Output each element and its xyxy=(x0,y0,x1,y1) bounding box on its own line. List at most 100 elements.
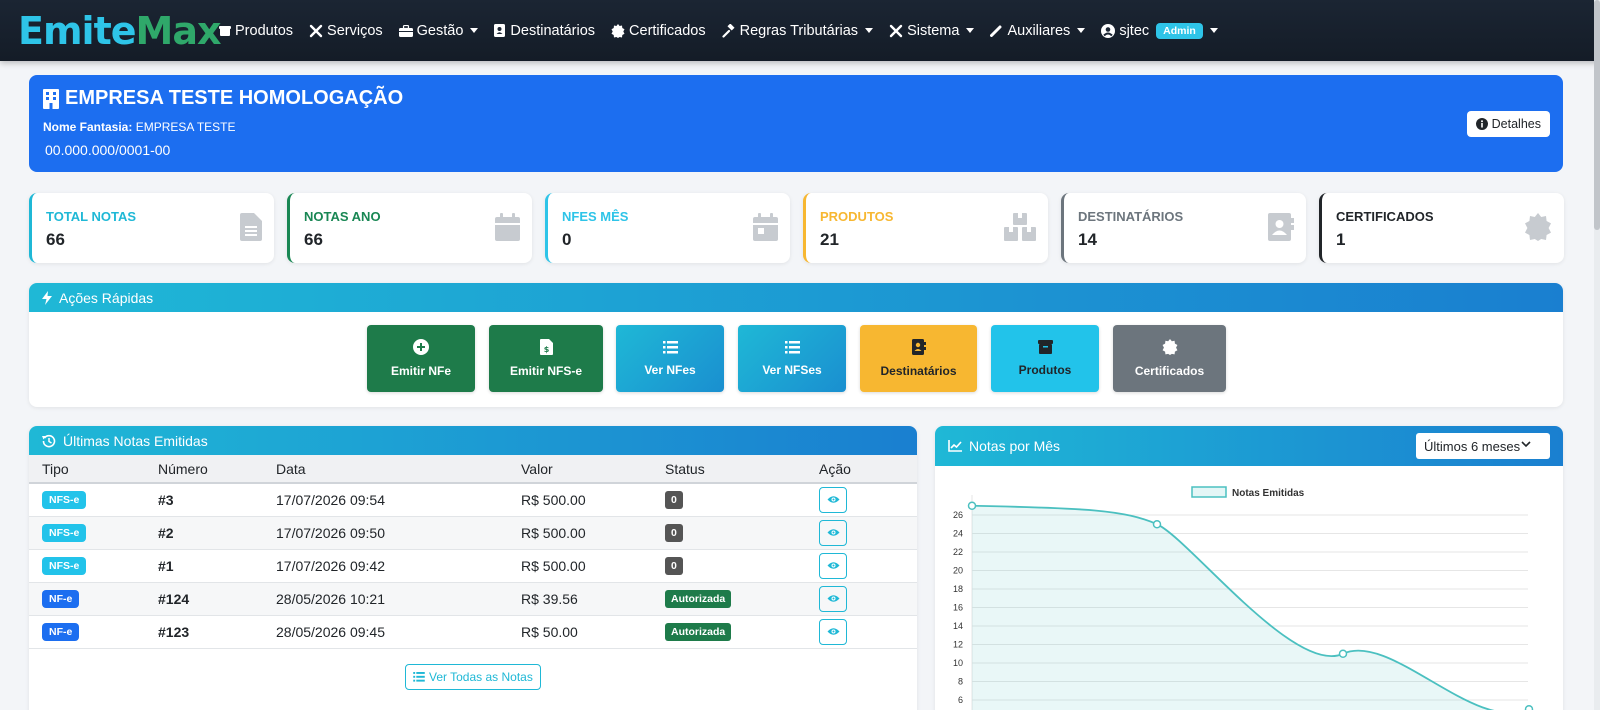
view-note-button[interactable] xyxy=(819,552,847,579)
note-date: 28/05/2026 09:45 xyxy=(263,615,508,649)
col-tipo[interactable]: Tipo xyxy=(29,455,145,484)
admin-badge: Admin xyxy=(1156,22,1203,39)
y-tick-label: 18 xyxy=(953,584,963,594)
gavel-icon xyxy=(721,23,735,38)
plus-circle-icon xyxy=(413,339,429,355)
nav-sistema-label: Sistema xyxy=(907,22,960,39)
note-number: #123 xyxy=(145,615,263,649)
notes-area-chart: 6 8 10 12 14 16 18 20 22 24 26 Notas Emitidas xyxy=(953,486,1534,710)
tools-icon xyxy=(889,24,903,37)
ver-nfses-button[interactable]: Ver NFSes xyxy=(738,325,846,392)
nav-certificados-label: Certificados xyxy=(629,22,706,39)
chevron-down-icon xyxy=(865,28,874,33)
nav-regras-tributarias[interactable]: Regras Tributárias xyxy=(721,23,874,39)
emitemax-logo[interactable]: Emite Max xyxy=(18,9,221,53)
status-badge: Autorizada xyxy=(665,623,732,641)
data-point xyxy=(1524,705,1534,710)
view-all-notes-button[interactable]: Ver Todas as Notas xyxy=(405,664,541,690)
stat-label: Produtos xyxy=(820,209,894,224)
box-icon xyxy=(1037,340,1053,354)
tools-icon xyxy=(309,24,323,37)
top-navbar: Emite Max Produtos Serviços Gestão Destin… xyxy=(0,0,1600,61)
y-tick-label: 6 xyxy=(958,695,963,705)
emitir-nfe-button[interactable]: Emitir NFe xyxy=(367,325,475,392)
view-note-button[interactable] xyxy=(819,486,847,513)
nav-destinatarios-label: Destinatários xyxy=(510,22,596,39)
type-badge: NF-e xyxy=(42,590,80,608)
ver-nfes-button[interactable]: Ver NFes xyxy=(616,325,724,392)
nav-sistema[interactable]: Sistema xyxy=(889,22,975,39)
company-title: EMPRESA TESTE HOMOLOGAÇÃO xyxy=(43,87,403,110)
chevron-down-icon xyxy=(1521,441,1531,448)
nav-gestao[interactable]: Gestão xyxy=(398,23,479,39)
table-row: NFS-e #3 17/07/2026 09:54 R$ 500.00 0 xyxy=(29,483,917,517)
chart-title: Notas por Mês xyxy=(969,438,1061,454)
type-badge: NFS-e xyxy=(42,491,87,510)
produtos-label: Produtos xyxy=(1018,363,1072,377)
chart-header: Notas por Mês Últimos 6 meses xyxy=(935,426,1563,466)
bolt-icon xyxy=(42,290,52,305)
user-name: sjtec xyxy=(1119,22,1150,39)
calendar-day-icon xyxy=(753,213,778,241)
type-badge: NFS-e xyxy=(42,524,87,542)
emitir-nfse-button[interactable]: $ Emitir NFS-e xyxy=(489,325,603,392)
data-point xyxy=(1338,649,1348,658)
last-notes-title: Últimas Notas Emitidas xyxy=(63,432,208,449)
quick-actions-header: Ações Rápidas xyxy=(29,283,1563,312)
nav-user-menu[interactable]: sjtec Admin xyxy=(1101,22,1218,39)
nav-destinatarios[interactable]: Destinatários xyxy=(494,23,595,39)
chevron-down-icon xyxy=(1077,28,1086,33)
view-note-button[interactable] xyxy=(819,585,847,612)
box-icon xyxy=(219,25,231,36)
type-badge: NFS-e xyxy=(42,557,87,575)
note-number: #2 xyxy=(145,516,263,550)
details-button[interactable]: Detalhes xyxy=(1466,111,1550,137)
col-valor[interactable]: Valor xyxy=(508,455,652,484)
eye-icon xyxy=(827,529,839,536)
y-tick-label: 16 xyxy=(953,603,963,613)
col-data[interactable]: Data xyxy=(263,455,508,484)
col-numero[interactable]: Número xyxy=(145,455,263,484)
legend-swatch xyxy=(1191,486,1227,498)
stat-label: Total Notas xyxy=(46,209,137,224)
nav-servicos[interactable]: Serviços xyxy=(309,23,383,39)
note-number: #1 xyxy=(145,549,263,583)
produtos-button[interactable]: Produtos xyxy=(991,325,1099,392)
note-value: R$ 50.00 xyxy=(508,615,652,649)
list-icon xyxy=(413,672,425,682)
list-icon xyxy=(662,340,678,353)
y-tick-label: 10 xyxy=(953,658,963,668)
details-button-label: Detalhes xyxy=(1491,117,1541,131)
scrollbar-thumb[interactable] xyxy=(1594,0,1600,230)
certificados-label: Certificados xyxy=(1134,364,1205,378)
table-row: NF-e #123 28/05/2026 09:45 R$ 50.00 Auto… xyxy=(29,615,917,649)
view-note-button[interactable] xyxy=(819,618,847,645)
company-header: EMPRESA TESTE HOMOLOGAÇÃO Nome Fantasia:… xyxy=(29,75,1563,172)
period-select[interactable]: Últimos 6 meses xyxy=(1416,433,1550,459)
table-row: NF-e #124 28/05/2026 10:21 R$ 39.56 Auto… xyxy=(29,582,917,616)
certificados-button[interactable]: Certificados xyxy=(1113,325,1226,392)
type-badge: NF-e xyxy=(42,623,80,641)
legend-label: Notas Emitidas xyxy=(1232,488,1305,499)
info-circle-icon xyxy=(1475,118,1488,130)
table-row: NFS-e #2 17/07/2026 09:50 R$ 500.00 0 xyxy=(29,516,917,550)
address-card-icon xyxy=(1268,213,1294,241)
user-circle-icon xyxy=(1101,23,1116,38)
y-tick-label: 14 xyxy=(953,621,963,631)
nav-auxiliares[interactable]: Auxiliares xyxy=(990,23,1086,39)
file-alt-icon xyxy=(240,213,262,241)
nav-certificados[interactable]: Certificados xyxy=(611,23,706,39)
col-status[interactable]: Status xyxy=(652,455,806,484)
last-notes-header: Últimas Notas Emitidas xyxy=(29,426,917,455)
note-number: #3 xyxy=(145,483,263,517)
stat-produtos: Produtos 21 xyxy=(803,193,1048,263)
status-badge: 0 xyxy=(665,557,683,575)
notes-table: Tipo Número Data Valor Status Ação NFS-e… xyxy=(29,455,917,649)
note-value: R$ 500.00 xyxy=(508,516,652,550)
chevron-down-icon xyxy=(470,28,479,33)
destinatarios-button[interactable]: Destinatários xyxy=(860,325,977,392)
page-scrollbar[interactable] xyxy=(1594,0,1600,710)
view-note-button[interactable] xyxy=(819,519,847,546)
nav-produtos[interactable]: Produtos xyxy=(219,23,293,39)
company-fantasia: Nome Fantasia: EMPRESA TESTE xyxy=(43,120,236,134)
